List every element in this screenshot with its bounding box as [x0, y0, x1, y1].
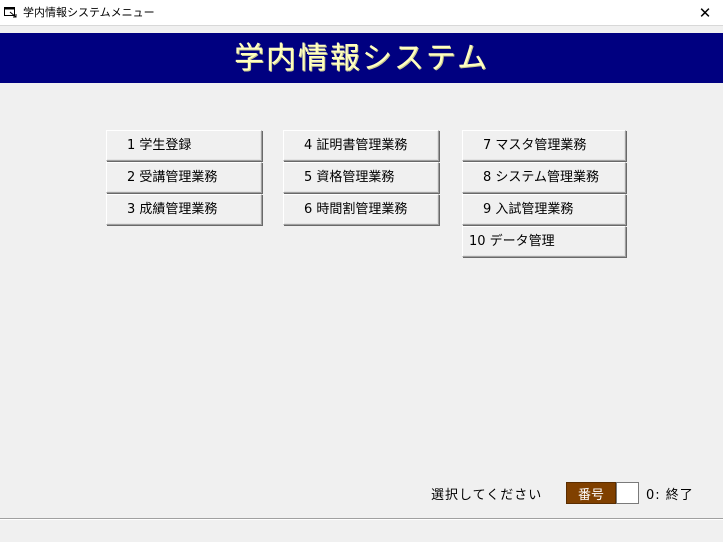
window-title: 学内情報システムメニュー [23, 6, 155, 19]
menu-button-timetable-management[interactable]: 6 時間割管理業務 [283, 194, 439, 225]
system-title: 学内情報システム [233, 41, 490, 76]
menu-button-system-management[interactable]: 8 システム管理業務 [462, 162, 626, 193]
selection-prompt: 選択してください [431, 488, 543, 503]
exit-hint: 0: 終了 [646, 488, 694, 503]
menu-button-admission-management[interactable]: 9 入試管理業務 [462, 194, 626, 225]
title-bar: 学内情報システムメニュー ✕ [0, 0, 723, 26]
menu-button-student-registration[interactable]: 1 学生登録 [106, 130, 262, 161]
app-window-icon [4, 7, 17, 18]
menu-button-qualification-management[interactable]: 5 資格管理業務 [283, 162, 439, 193]
number-input[interactable] [616, 482, 639, 504]
close-icon: ✕ [698, 4, 712, 22]
close-button[interactable]: ✕ [687, 0, 723, 26]
menu-button-data-management[interactable]: 10 データ管理 [462, 226, 626, 257]
system-banner: 学内情報システム [0, 33, 723, 83]
menu-button-course-management[interactable]: 2 受講管理業務 [106, 162, 262, 193]
menu-button-grade-management[interactable]: 3 成績管理業務 [106, 194, 262, 225]
status-bar [0, 518, 723, 542]
menu-button-master-management[interactable]: 7 マスタ管理業務 [462, 130, 626, 161]
menu-button-certificate-management[interactable]: 4 証明書管理業務 [283, 130, 439, 161]
number-field-label: 番号 [566, 482, 616, 504]
